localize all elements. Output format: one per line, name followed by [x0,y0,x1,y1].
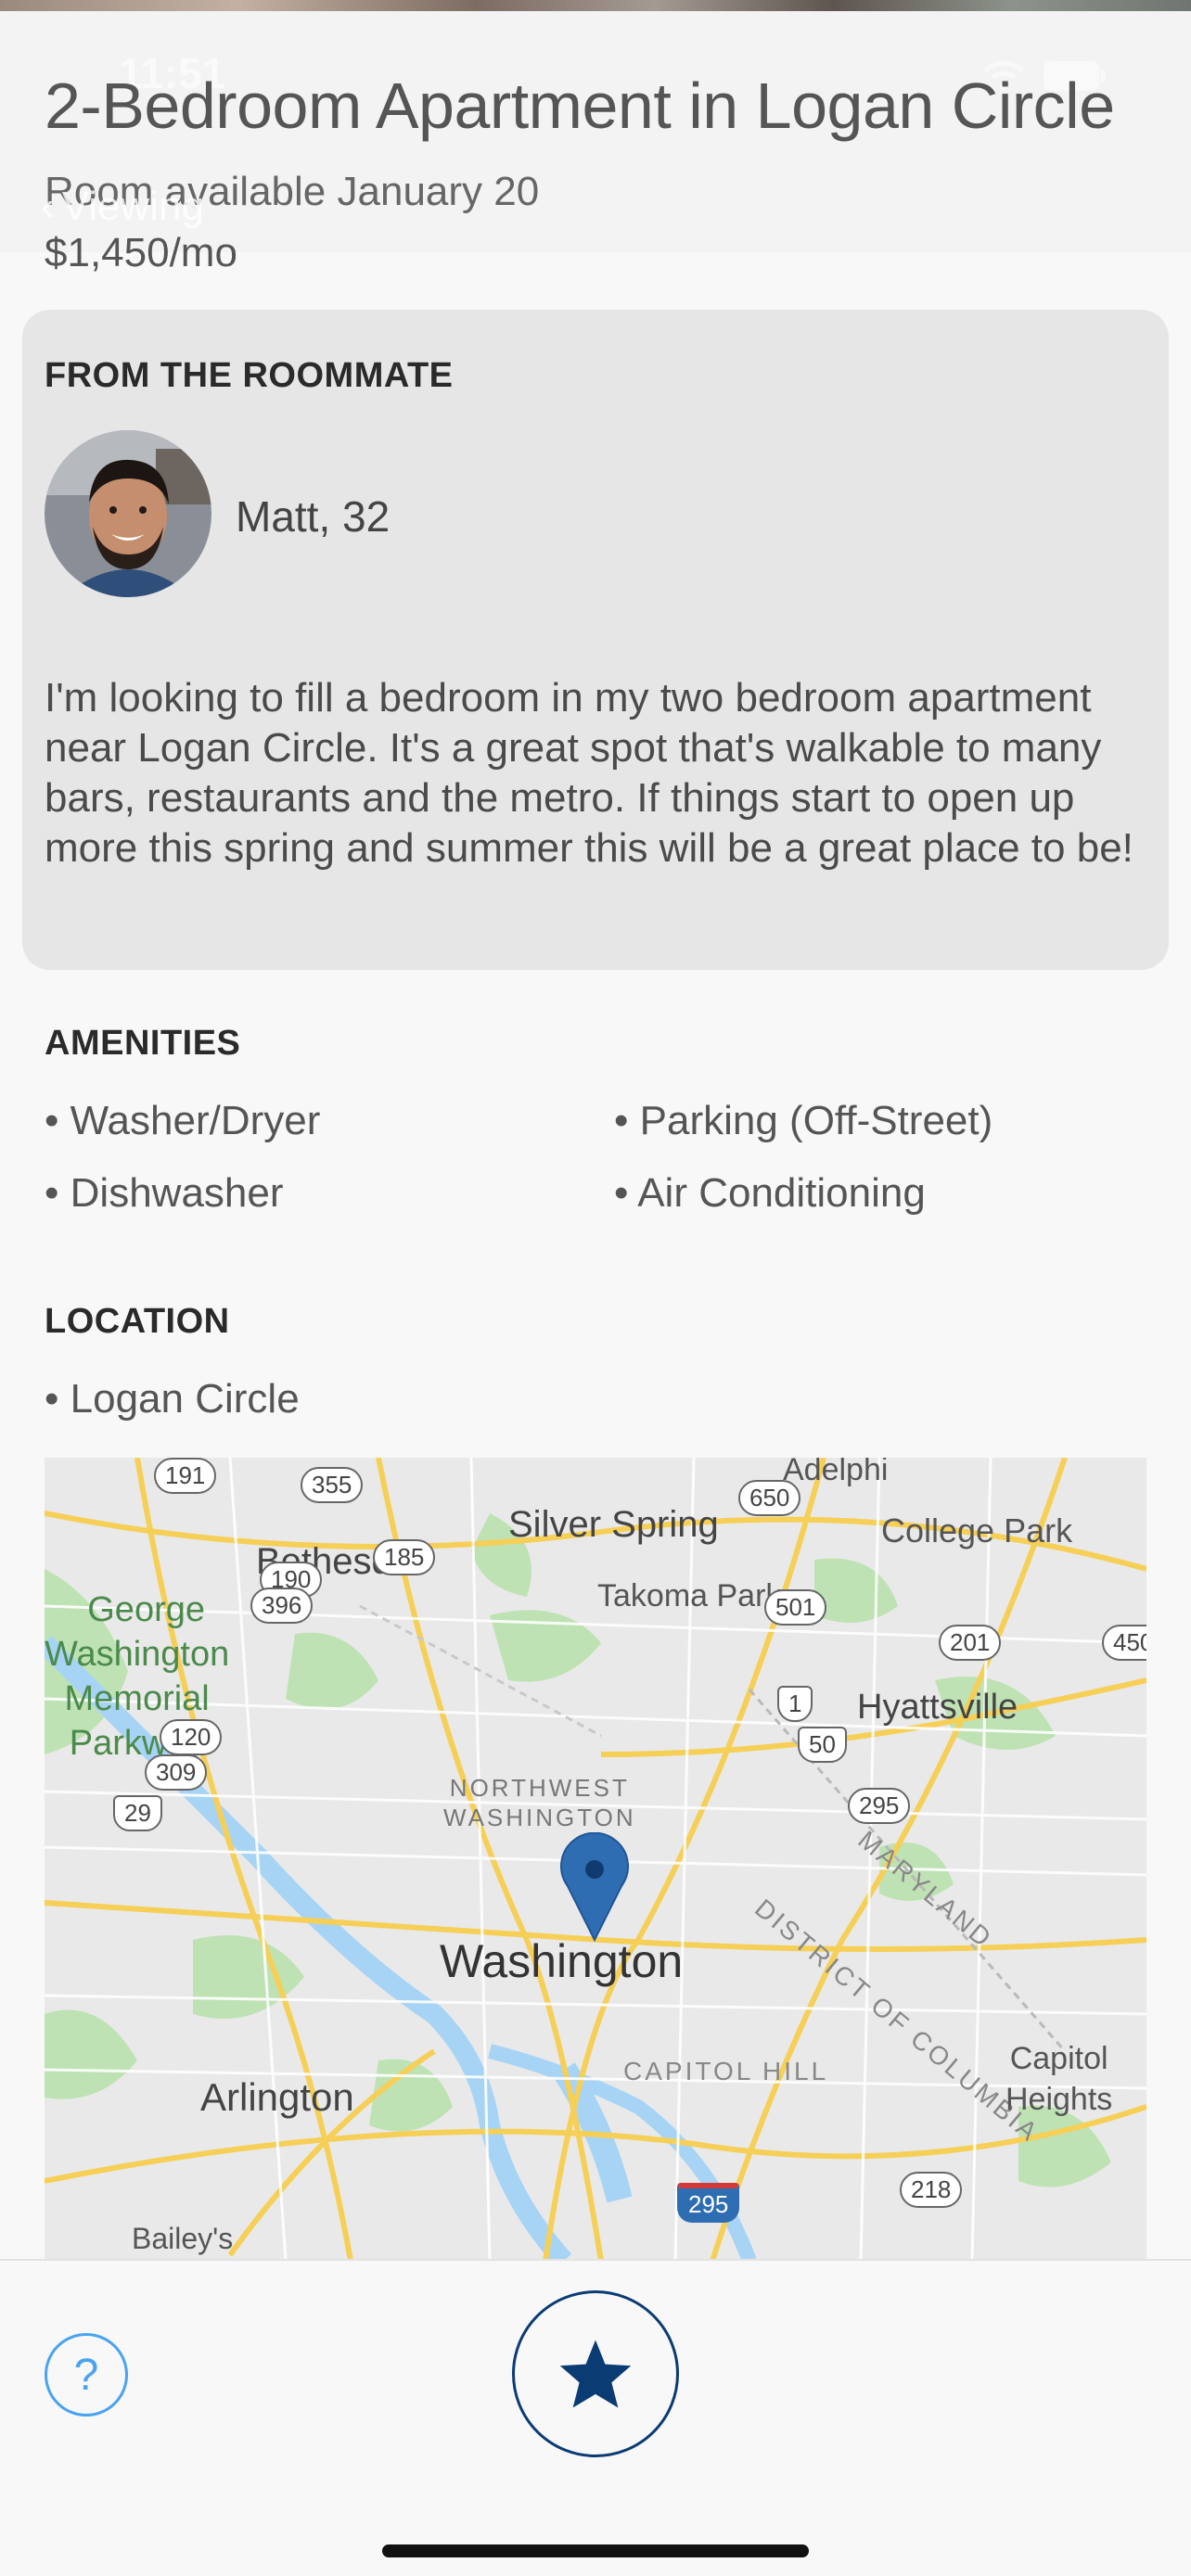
route-shield-309: 309 [145,1754,208,1791]
chevron-left-icon: ‹ [41,184,55,229]
route-shield-201: 201 [939,1625,1002,1661]
route-shield-29: 29 [113,1795,162,1831]
roommate-name: Matt, 32 [236,492,391,541]
favorite-button[interactable] [512,2290,679,2457]
back-button[interactable]: ‹ Viewing [41,184,204,230]
location-heading: LOCATION [45,1302,230,1341]
roommate-card: FROM THE ROOMMATE Matt, 32 I'm looking t… [22,310,1169,970]
map-label-arlington: Arlington [200,2075,354,2119]
bullet: • [45,1376,59,1422]
bottom-bar: ? [0,2259,1191,2576]
route-shield-50: 50 [798,1727,847,1763]
bullet: • [614,1098,629,1143]
star-icon [559,2340,632,2408]
help-button[interactable]: ? [45,2333,128,2417]
amenity-item: • Washer/Dryer [45,1098,321,1143]
route-shield-295: 295 [848,1788,911,1824]
route-shield-185: 185 [373,1539,436,1575]
back-label: Viewing [61,184,204,229]
route-shield-120: 120 [160,1719,223,1755]
amenity-item: • Parking (Off-Street) [614,1098,993,1143]
route-shield-501: 501 [764,1589,827,1626]
map-label-baileys: Bailey's [132,2222,234,2255]
avatar[interactable] [45,430,211,597]
map-label-takoma-park: Takoma Park [597,1578,782,1613]
page-title: 2-Bedroom Apartment in Logan Circle [45,70,1115,142]
map-label-washington: Washington [440,1935,684,1987]
roommate-heading: FROM THE ROOMMATE [45,356,454,395]
route-shield-450: 450 [1102,1625,1146,1661]
bullet: • [614,1170,629,1216]
map-label-northwest: NORTHWEST WASHINGTON [443,1774,636,1831]
roommate-bio: I'm looking to fill a bedroom in my two … [45,675,1133,871]
bullet: • [45,1098,59,1143]
route-shield-218: 218 [900,2172,963,2208]
map-label-adelphi: Adelphi [783,1458,889,1487]
amenity-item: • Dishwasher [45,1170,284,1216]
amenities-heading: AMENITIES [45,1024,241,1063]
route-shield-191: 191 [154,1458,217,1494]
location-map[interactable]: Adelphi Silver Spring College Park Bethe… [45,1458,1146,2261]
route-shield-650: 650 [738,1480,801,1516]
listing-header: 11:51 2-Bedroom Apartment in Logan Circl… [0,11,1191,275]
route-shield-1: 1 [777,1686,813,1722]
neighborhood-item: • Logan Circle [45,1376,300,1422]
route-shield-355: 355 [301,1467,364,1503]
amenity-item: • Air Conditioning [614,1170,926,1216]
map-label-capitol-heights: Capitol Heights [1005,2041,1113,2117]
map-label-silver-spring: Silver Spring [508,1504,719,1545]
listing-photo-edge [0,0,1191,11]
route-shield-396: 396 [250,1588,314,1624]
route-shield-295: 295 [677,2183,740,2223]
bullet: • [45,1170,59,1216]
map-label-college-park: College Park [881,1511,1073,1549]
home-indicator [382,2544,809,2557]
map-pin-icon[interactable] [560,1832,629,1942]
price-text: $1,450/mo [45,230,237,275]
map-label-hyattsville: Hyattsville [857,1688,1018,1727]
map-label-capitol-hill: CAPITOL HILL [623,2057,829,2085]
